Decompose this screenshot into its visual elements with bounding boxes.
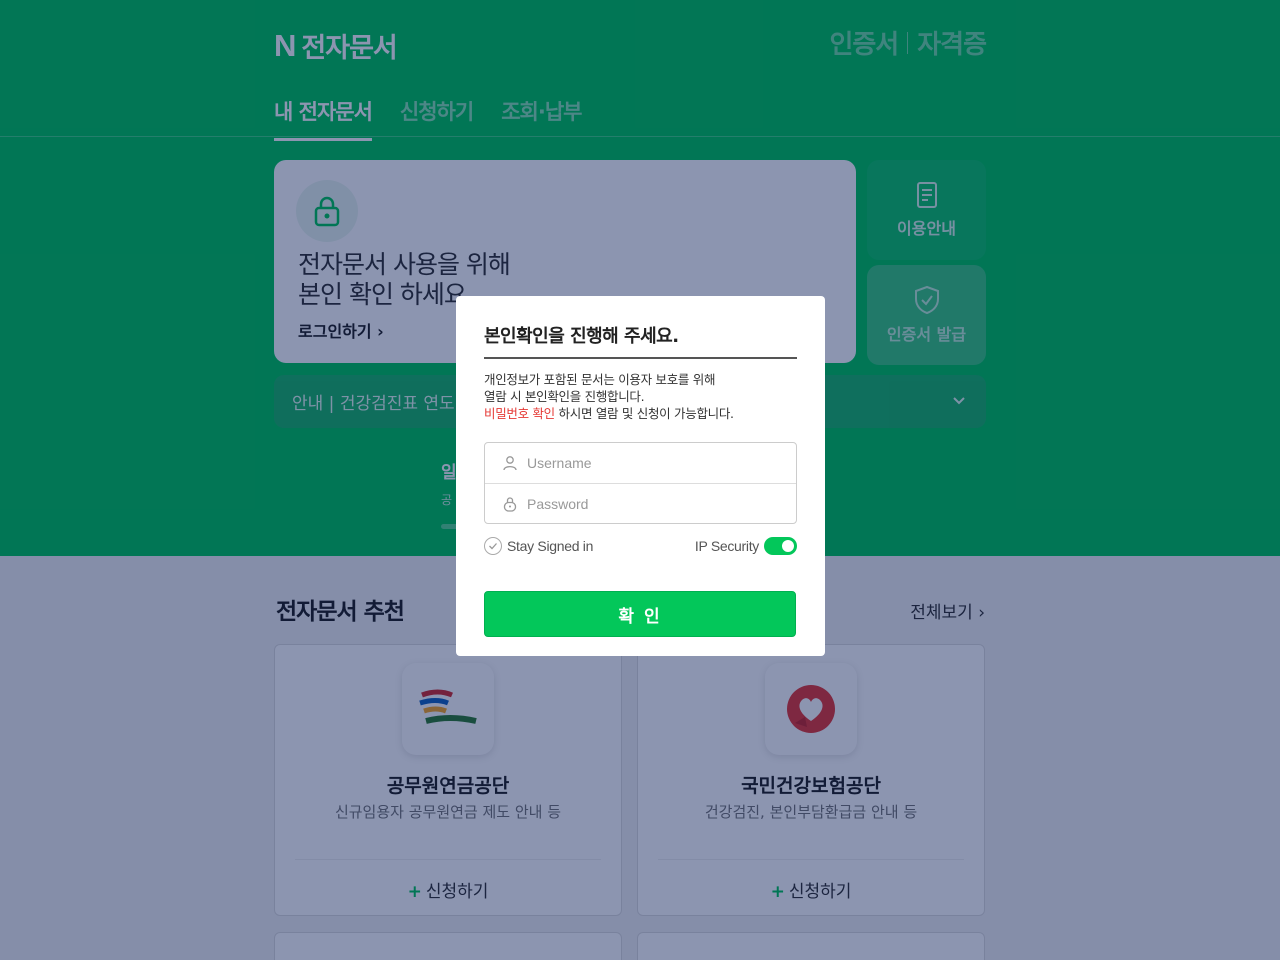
password-input[interactable] — [527, 495, 767, 512]
ip-security-toggle[interactable] — [764, 537, 797, 555]
username-input[interactable] — [527, 455, 767, 471]
password-check-highlight: 비밀번호 확인 — [484, 406, 555, 421]
login-options: Stay Signed in IP Security — [484, 537, 797, 555]
user-icon — [501, 454, 519, 472]
username-field — [485, 443, 796, 483]
lock-icon — [501, 495, 519, 513]
login-form — [484, 442, 797, 524]
confirm-button[interactable]: 확 인 — [484, 591, 796, 637]
stay-signed-in-label: Stay Signed in — [507, 538, 594, 554]
checkmark-icon[interactable] — [484, 537, 502, 555]
modal-title: 본인확인을 진행해 주세요. — [484, 322, 797, 359]
desc-line-3: 비밀번호 확인 하시면 열람 및 신청이 가능합니다. — [484, 405, 797, 422]
ip-security-label: IP Security — [694, 538, 759, 554]
identity-verification-modal: 본인확인을 진행해 주세요. 개인정보가 포함된 문서는 이용자 보호를 위해 … — [456, 296, 825, 656]
toggle-knob — [782, 540, 794, 552]
ip-security-option: IP Security — [695, 537, 797, 555]
desc-line-1: 개인정보가 포함된 문서는 이용자 보호를 위해 — [484, 372, 716, 387]
desc-line-3-rest: 하시면 열람 및 신청이 가능합니다. — [554, 406, 734, 421]
stay-signed-in-option[interactable]: Stay Signed in — [484, 537, 593, 555]
password-field — [485, 483, 796, 523]
modal-description: 개인정보가 포함된 문서는 이용자 보호를 위해 열람 시 본인확인을 진행합니… — [484, 371, 797, 422]
desc-line-2: 열람 시 본인확인을 진행합니다. — [484, 389, 645, 404]
